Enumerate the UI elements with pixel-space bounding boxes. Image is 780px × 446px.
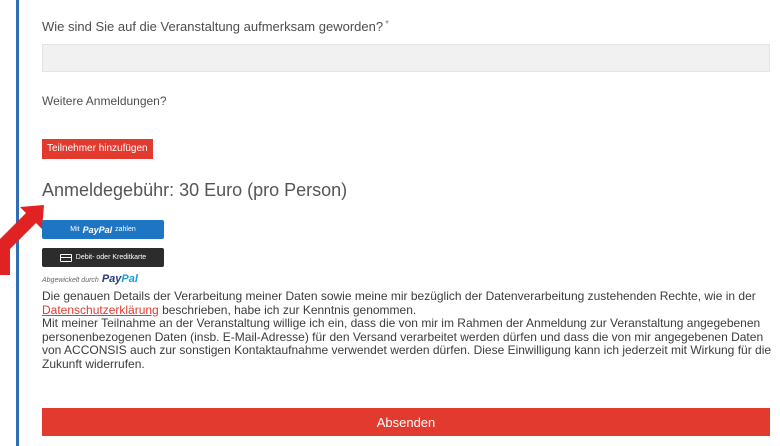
consent-text: Mit meiner Teilnahme an der Veranstaltun… (42, 316, 772, 371)
powered-by-text: Abgewickelt durch (42, 277, 99, 284)
add-participant-button[interactable]: Teilnehmer hinzufügen (42, 139, 153, 159)
card-pay-button[interactable]: Debit- oder Kreditkarte (42, 248, 164, 267)
credit-card-icon (59, 253, 72, 262)
required-mark: * (385, 19, 389, 30)
red-arrow-icon (0, 205, 44, 275)
privacy-policy-link[interactable]: Datenschutzerklärung (42, 303, 159, 317)
question-text: Wie sind Sie auf die Veranstaltung aufme… (42, 19, 384, 34)
paypal-powered-by: Abgewickelt durch PayPal (42, 273, 138, 285)
card-label: Debit- oder Kreditkarte (75, 254, 147, 261)
fee-title: Anmeldegebühr: 30 Euro (pro Person) (42, 180, 348, 200)
paypal-prefix: Mit (70, 226, 80, 233)
privacy-part2: beschrieben, habe ich zur Kenntnis genom… (158, 302, 417, 317)
more-registrations-label: Weitere Anmeldungen? (42, 94, 167, 108)
privacy-notice: Die genauen Details der Verarbeitung mei… (42, 289, 772, 371)
paypal-logo: PayPal (102, 273, 138, 285)
question-label: Wie sind Sie auf die Veranstaltung aufme… (42, 19, 389, 34)
privacy-part1: Die genauen Details der Verarbeitung mei… (42, 289, 756, 303)
paypal-pay-button[interactable]: Mit PayPal zahlen (42, 220, 164, 239)
paypal-word: PayPal (82, 224, 113, 235)
paypal-suffix: zahlen (115, 226, 136, 233)
submit-button[interactable]: Absenden (42, 408, 770, 436)
paypal-logo-pal: Pal (121, 273, 138, 285)
paypal-logo-pay: Pay (101, 273, 122, 285)
question-input[interactable] (42, 44, 770, 72)
